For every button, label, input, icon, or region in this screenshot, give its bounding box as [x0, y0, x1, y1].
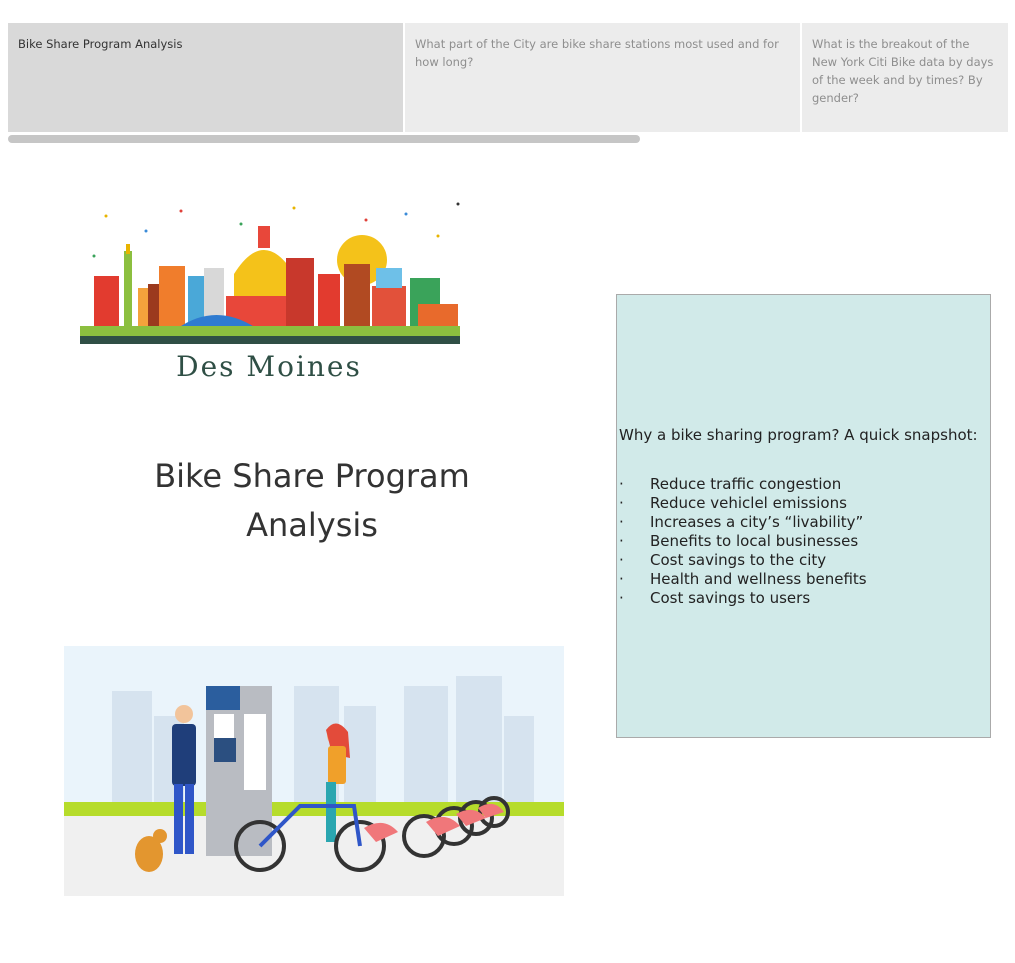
- story-scrollbar[interactable]: [8, 135, 640, 143]
- bullet-icon: ·: [619, 570, 624, 588]
- bike-share-illustration: [64, 646, 564, 896]
- bike-dock-kiosk-icon: [206, 686, 272, 856]
- bullet-icon: ·: [619, 494, 624, 512]
- bullet-icon: ·: [619, 513, 624, 531]
- list-item: · Health and wellness benefits: [619, 570, 867, 588]
- dashboard-title: Bike Share Program Analysis: [154, 457, 470, 544]
- list-item: · Reduce traffic congestion: [619, 475, 842, 493]
- story-tab-label: What part of the City are bike share sta…: [415, 37, 779, 69]
- snapshot-list: · Reduce traffic congestion · Reduce vehic…: [619, 475, 867, 608]
- story-tab-label: What is the breakout of the New York Cit…: [812, 37, 994, 105]
- des-moines-skyline-image: Des Moines: [80, 202, 460, 383]
- story-tab-1[interactable]: Bike Share Program Analysis: [8, 23, 403, 132]
- snapshot-panel: Why a bike sharing program? A quick snap…: [616, 294, 991, 738]
- list-item: · Cost savings to users: [619, 589, 811, 607]
- bullet-icon: ·: [619, 589, 624, 607]
- bullet-icon: ·: [619, 532, 624, 550]
- story-tab-3[interactable]: What is the breakout of the New York Cit…: [802, 23, 1008, 132]
- bullet-icon: ·: [619, 475, 624, 493]
- snapshot-heading: Why a bike sharing program? A quick snap…: [619, 426, 978, 444]
- story-navigator: Bike Share Program Analysis What part of…: [8, 23, 1008, 132]
- list-item: · Reduce vehiclel emissions: [619, 494, 847, 512]
- skyline-caption: Des Moines: [176, 350, 362, 383]
- list-item: · Cost savings to the city: [619, 551, 827, 569]
- list-item: · Benefits to local businesses: [619, 532, 859, 550]
- sparkles-decoration: [92, 202, 460, 258]
- story-tab-2[interactable]: What part of the City are bike share sta…: [405, 23, 800, 132]
- story-tab-label: Bike Share Program Analysis: [18, 37, 183, 51]
- list-item: · Increases a city’s “livability”: [619, 513, 864, 531]
- bullet-icon: ·: [619, 551, 624, 569]
